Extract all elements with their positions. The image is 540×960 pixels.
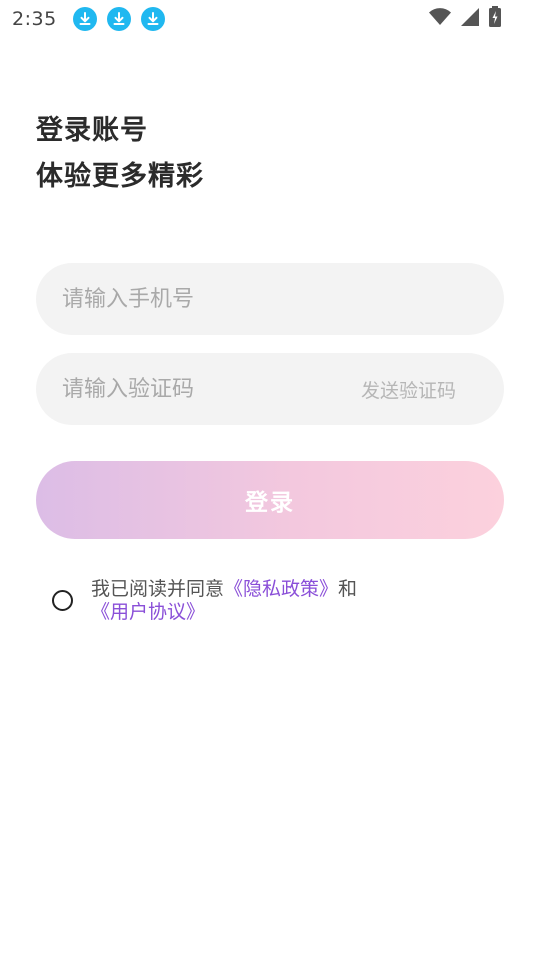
privacy-policy-link[interactable]: 《隐私政策》: [224, 578, 338, 600]
download-icon: [72, 7, 97, 31]
verification-code-input[interactable]: [62, 376, 361, 402]
agreement-prefix: 我已阅读并同意: [91, 578, 225, 600]
wifi-icon: [428, 8, 452, 30]
status-time: 2:35: [12, 8, 57, 30]
page-title: 登录账号 体验更多精彩: [36, 108, 204, 200]
download-icon: [106, 7, 131, 31]
login-screen: 2:35 登录账号 体验更多精彩 请输入手机号 请输入验证码 发送验证码 登录 …: [0, 0, 540, 960]
code-field-container: 发送验证码: [36, 353, 504, 425]
signal-icon: [460, 7, 480, 31]
user-agreement-link[interactable]: 《用户协议》: [91, 601, 205, 623]
title-line-1: 登录账号: [36, 115, 148, 146]
phone-field-container: [36, 263, 504, 335]
send-code-button[interactable]: 发送验证码: [361, 376, 456, 403]
title-line-2: 体验更多精彩: [36, 161, 204, 192]
agreement-text: 我已阅读并同意《隐私政策》和《用户协议》: [91, 578, 471, 624]
status-left: 2:35: [12, 7, 165, 31]
download-icon: [140, 7, 165, 31]
phone-input[interactable]: [62, 286, 478, 312]
agreement-checkbox[interactable]: [52, 590, 73, 611]
agreement-conjunction: 和: [338, 578, 358, 600]
login-button[interactable]: 登录: [36, 461, 504, 539]
status-bar: 2:35: [0, 0, 540, 38]
status-right: [428, 6, 502, 32]
agreement-row: 我已阅读并同意《隐私政策》和《用户协议》: [52, 578, 492, 624]
battery-icon: [488, 6, 502, 32]
